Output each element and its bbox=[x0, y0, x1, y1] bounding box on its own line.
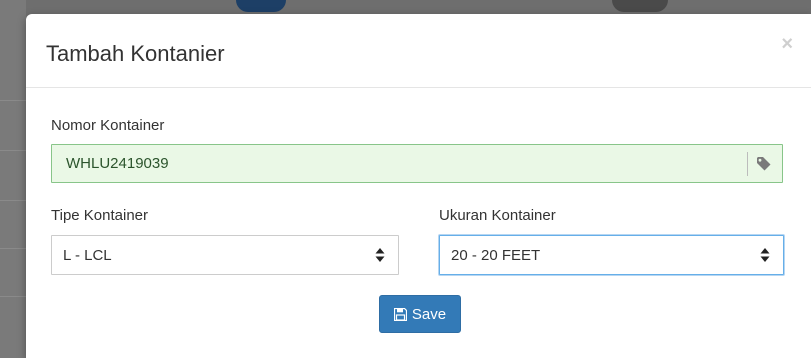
background-divider bbox=[0, 100, 26, 101]
background-page bbox=[0, 0, 26, 358]
modal-header: Tambah Kontanier × bbox=[26, 14, 811, 88]
background-divider bbox=[0, 248, 26, 249]
background-nav-element bbox=[612, 0, 668, 12]
tipe-kontainer-select[interactable]: L - LCL bbox=[51, 235, 399, 275]
background-divider bbox=[0, 150, 26, 151]
modal-title: Tambah Kontanier bbox=[46, 41, 225, 66]
nomor-kontainer-input-group bbox=[51, 144, 783, 183]
background-divider bbox=[0, 296, 26, 297]
floppy-disk-icon bbox=[393, 307, 407, 321]
sort-icon bbox=[760, 248, 770, 262]
tipe-kontainer-label: Tipe Kontainer bbox=[51, 207, 149, 224]
ukuran-kontainer-select[interactable]: 20 - 20 FEET bbox=[439, 235, 784, 275]
nomor-kontainer-input[interactable] bbox=[52, 145, 749, 182]
tag-icon bbox=[757, 157, 771, 171]
background-nav-element bbox=[236, 0, 286, 12]
tipe-kontainer-selected-value: L - LCL bbox=[63, 247, 112, 264]
save-button[interactable]: Save bbox=[379, 295, 461, 333]
add-container-modal: Tambah Kontanier × Nomor Kontainer Tipe … bbox=[26, 14, 811, 358]
ukuran-kontainer-selected-value: 20 - 20 FEET bbox=[451, 247, 541, 264]
save-button-label: Save bbox=[411, 305, 447, 323]
nomor-kontainer-label: Nomor Kontainer bbox=[51, 117, 165, 134]
ukuran-kontainer-label: Ukuran Kontainer bbox=[439, 207, 556, 224]
input-addon-divider bbox=[747, 152, 748, 176]
close-icon[interactable]: × bbox=[781, 34, 793, 54]
background-divider bbox=[0, 200, 26, 201]
sort-icon bbox=[375, 248, 385, 262]
